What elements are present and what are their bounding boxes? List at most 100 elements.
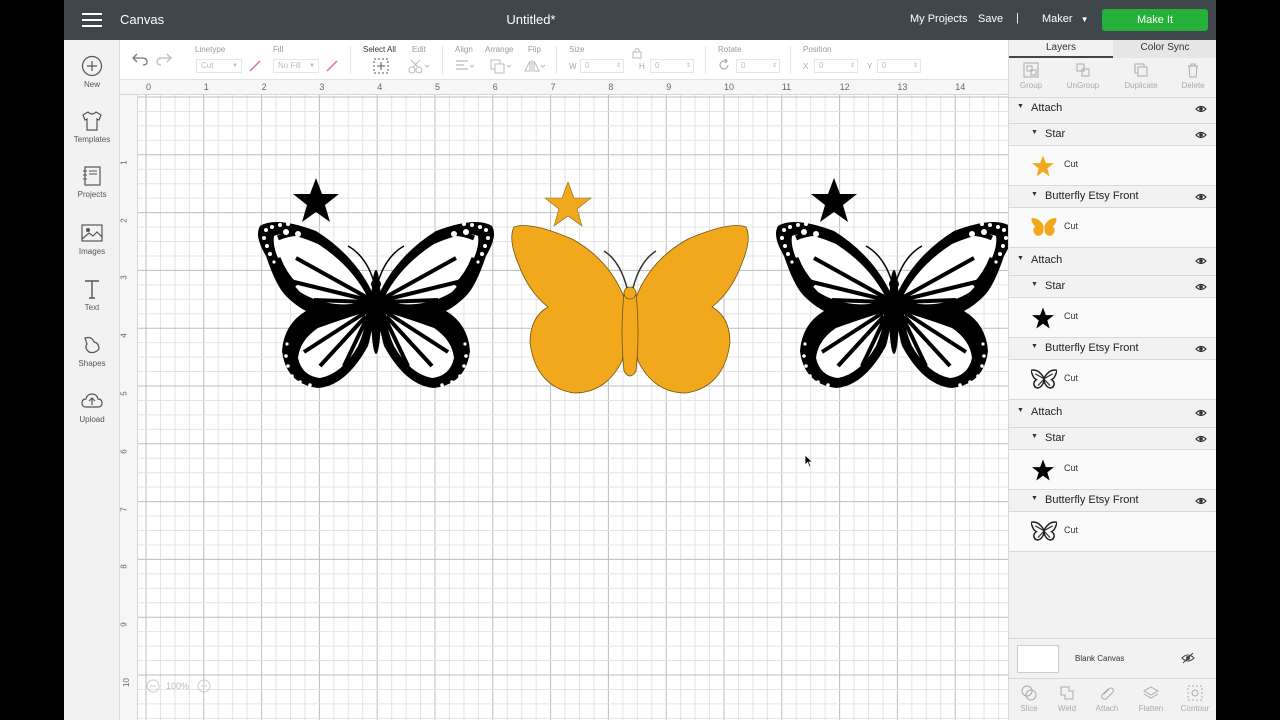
collapse-triangle-icon[interactable]: ▼ (1017, 255, 1024, 262)
nav-new[interactable]: New (64, 55, 120, 89)
lock-icon[interactable] (632, 47, 642, 59)
layer-group-attach[interactable]: ▼ Attach (1009, 402, 1216, 428)
layer-item-header[interactable]: ▼ Butterfly Etsy Front (1009, 338, 1216, 360)
duplicate-button[interactable]: Duplicate (1119, 62, 1163, 90)
eye-icon[interactable] (1195, 130, 1207, 143)
fill-value: No Fill (278, 61, 301, 70)
nav-projects[interactable]: Projects (64, 165, 120, 199)
nav-upload[interactable]: Upload (64, 390, 120, 424)
zoom-in-icon[interactable] (197, 679, 211, 693)
yellow-butterfly-center[interactable] (508, 221, 752, 399)
edit-toolbar: Linetype Cut ▼ Fill No Fill ▼ Select All E… (120, 40, 1008, 80)
blank-canvas-swatch[interactable] (1017, 645, 1059, 673)
nav-images[interactable]: Images (64, 222, 120, 256)
collapse-triangle-icon[interactable]: ▼ (1031, 281, 1038, 288)
nav-shapes[interactable]: Shapes (64, 334, 120, 368)
black-butterfly-left[interactable] (256, 216, 496, 394)
eye-icon[interactable] (1195, 104, 1207, 117)
rotate-input[interactable]: 0 ⇕ (736, 59, 780, 73)
eye-icon[interactable] (1195, 408, 1207, 421)
height-label: H (639, 62, 645, 71)
ruler-left-tick: 8 (120, 564, 129, 570)
eye-icon[interactable] (1195, 192, 1207, 205)
toolbar-divider (556, 46, 557, 74)
x-input[interactable]: 0 ⇕ (814, 59, 858, 73)
text-icon (85, 280, 99, 299)
collapse-triangle-icon[interactable]: ▼ (1031, 191, 1038, 198)
nav-text[interactable]: Text (64, 278, 120, 312)
arrange-icon[interactable] (489, 58, 513, 74)
linetype-color-swatch[interactable] (248, 59, 262, 73)
layer-item-header[interactable]: ▼ Star (1009, 124, 1216, 146)
layer-group-attach[interactable]: ▼ Attach (1009, 98, 1216, 124)
height-input[interactable]: 0 ⇕ (650, 59, 694, 73)
layer-item-row[interactable]: Cut (1009, 208, 1216, 248)
canvas-grid (138, 95, 1008, 720)
collapse-triangle-icon[interactable]: ▼ (1031, 343, 1038, 350)
layer-item-row[interactable]: Cut (1009, 298, 1216, 338)
linetype-select[interactable]: Cut ▼ (196, 59, 242, 73)
flatten-button[interactable]: Flatten (1131, 685, 1171, 713)
blank-canvas-row[interactable]: Blank Canvas (1009, 638, 1216, 678)
layer-item-name: Star (1045, 280, 1066, 292)
layer-group-attach[interactable]: ▼ Attach (1009, 250, 1216, 276)
attach-button[interactable]: Attach (1087, 685, 1127, 713)
ungroup-button[interactable]: UnGroup (1061, 62, 1105, 90)
redo-icon[interactable] (156, 52, 172, 66)
nav-templates-label: Templates (73, 135, 111, 144)
collapse-triangle-icon[interactable]: ▼ (1031, 495, 1038, 502)
eye-icon[interactable] (1195, 282, 1207, 295)
slice-icon (1021, 685, 1037, 701)
width-input[interactable]: 0 ⇕ (580, 59, 624, 73)
layer-item-header[interactable]: ▼ Star (1009, 276, 1216, 298)
slice-button[interactable]: Slice (1009, 685, 1049, 713)
group-button[interactable]: Group (1009, 62, 1053, 90)
collapse-triangle-icon[interactable]: ▼ (1017, 407, 1024, 414)
nav-templates[interactable]: Templates (64, 110, 120, 144)
select-all-icon[interactable] (373, 58, 389, 74)
ruler-left-tick: 7 (120, 506, 129, 512)
layer-thumbnail (1031, 154, 1057, 178)
nav-new-label: New (83, 80, 100, 89)
save-button[interactable]: Save (978, 13, 1003, 25)
layer-item-row[interactable]: Cut (1009, 146, 1216, 186)
scissors-icon[interactable] (408, 58, 430, 74)
ruler-top-tick: 3 (319, 82, 325, 92)
layer-item-header[interactable]: ▼ Star (1009, 428, 1216, 450)
fill-select[interactable]: No Fill ▼ (273, 59, 319, 73)
layer-item-name: Butterfly Etsy Front (1045, 494, 1139, 506)
duplicate-label: Duplicate (1124, 81, 1158, 90)
collapse-triangle-icon[interactable]: ▼ (1031, 433, 1038, 440)
machine-select[interactable]: Maker ▼ (1042, 13, 1088, 25)
layer-item-row[interactable]: Cut (1009, 450, 1216, 490)
my-projects-link[interactable]: My Projects (910, 13, 967, 25)
layer-thumbnail (1030, 368, 1058, 392)
collapse-triangle-icon[interactable]: ▼ (1017, 103, 1024, 110)
eye-icon[interactable] (1195, 256, 1207, 269)
eye-icon[interactable] (1195, 496, 1207, 509)
slice-label: Slice (1020, 704, 1038, 713)
eye-hidden-icon[interactable] (1181, 652, 1195, 664)
layer-item-row[interactable]: Cut (1009, 512, 1216, 552)
align-icon[interactable] (454, 58, 476, 74)
design-canvas[interactable]: 0 1 2 3 4 5 6 7 8 9 10 11 12 13 14 1 2 3 4 5 6 7 8 9 10 (120, 80, 1008, 720)
layer-item-row[interactable]: Cut (1009, 360, 1216, 400)
zoom-out-icon[interactable] (146, 679, 160, 693)
undo-icon[interactable] (132, 52, 148, 66)
eye-icon[interactable] (1195, 344, 1207, 357)
collapse-triangle-icon[interactable]: ▼ (1031, 129, 1038, 136)
delete-button[interactable]: Delete (1171, 62, 1215, 90)
fill-color-swatch[interactable] (325, 59, 339, 73)
weld-button[interactable]: Weld (1047, 685, 1087, 713)
black-butterfly-right[interactable] (774, 216, 1008, 394)
toolbar-divider (790, 46, 791, 74)
make-it-button[interactable]: Make It (1102, 9, 1208, 31)
layer-item-header[interactable]: ▼ Butterfly Etsy Front (1009, 186, 1216, 208)
contour-button[interactable]: Contour (1175, 685, 1215, 713)
y-input[interactable]: 0 ⇕ (877, 59, 921, 73)
eye-icon[interactable] (1195, 434, 1207, 447)
tab-layers[interactable]: Layers (1009, 40, 1113, 58)
flip-icon[interactable] (523, 58, 547, 74)
layer-item-header[interactable]: ▼ Butterfly Etsy Front (1009, 490, 1216, 512)
tab-color-sync[interactable]: Color Sync (1113, 40, 1216, 58)
